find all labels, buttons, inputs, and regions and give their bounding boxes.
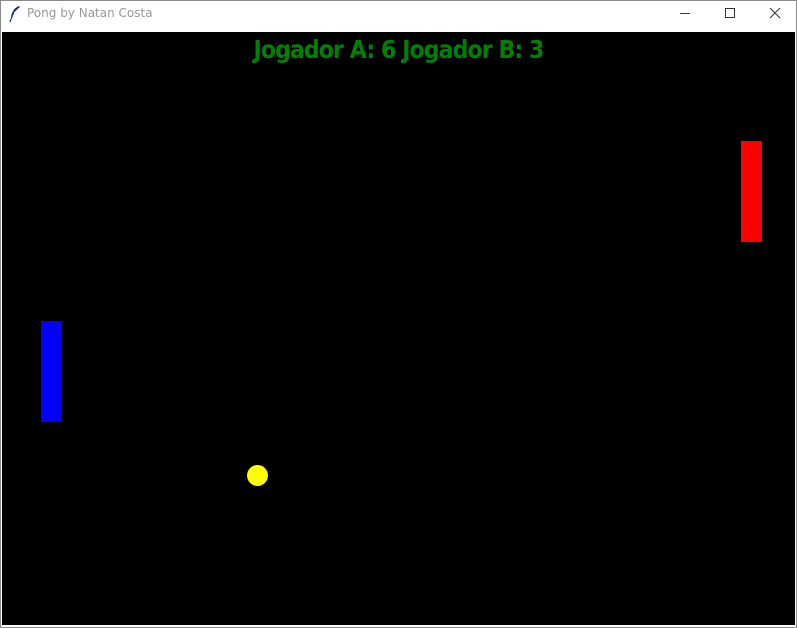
game-canvas[interactable]: Jogador A: 6 Jogador B: 3 — [2, 32, 795, 625]
window-title: Pong by Natan Costa — [27, 6, 153, 20]
feather-icon — [8, 5, 22, 23]
paddle-player-b — [741, 141, 762, 242]
app-window: Pong by Natan Costa Jogador A: 6 Jogador… — [0, 0, 797, 628]
paddle-player-a — [41, 321, 62, 422]
maximize-icon — [724, 6, 736, 24]
title-bar[interactable]: Pong by Natan Costa — [1, 1, 796, 28]
maximize-button[interactable] — [707, 1, 752, 28]
ball — [247, 465, 268, 486]
minimize-icon — [679, 6, 691, 24]
minimize-button[interactable] — [662, 1, 707, 28]
scoreboard: Jogador A: 6 Jogador B: 3 — [253, 35, 545, 64]
close-icon — [769, 6, 781, 24]
close-button[interactable] — [752, 1, 797, 28]
